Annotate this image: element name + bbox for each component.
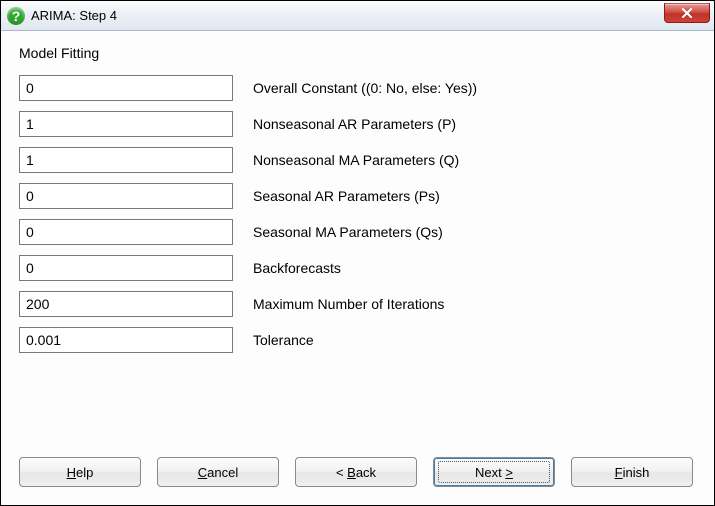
sma-qs-input[interactable] bbox=[19, 219, 233, 245]
row-backforecasts: Backforecasts bbox=[19, 255, 696, 281]
help-mnemonic: H bbox=[67, 465, 76, 480]
finish-rest: inish bbox=[623, 465, 650, 480]
cancel-rest: ancel bbox=[207, 465, 238, 480]
next-mnemonic: > bbox=[505, 465, 513, 480]
next-button[interactable]: Next > bbox=[433, 457, 555, 487]
close-icon bbox=[681, 8, 693, 18]
overall-constant-input[interactable] bbox=[19, 75, 233, 101]
max-iter-label: Maximum Number of Iterations bbox=[253, 296, 444, 312]
help-rest: elp bbox=[76, 465, 93, 480]
cancel-button[interactable]: Cancel bbox=[157, 457, 279, 487]
sar-ps-label: Seasonal AR Parameters (Ps) bbox=[253, 188, 440, 204]
form-rows: Overall Constant ((0: No, else: Yes)) No… bbox=[19, 75, 696, 451]
backforecasts-input[interactable] bbox=[19, 255, 233, 281]
overall-constant-label: Overall Constant ((0: No, else: Yes)) bbox=[253, 80, 477, 96]
next-pre: Next bbox=[475, 465, 505, 480]
back-prefix: < bbox=[336, 465, 347, 480]
finish-button[interactable]: Finish bbox=[571, 457, 693, 487]
row-max-iter: Maximum Number of Iterations bbox=[19, 291, 696, 317]
row-ma-q: Nonseasonal MA Parameters (Q) bbox=[19, 147, 696, 173]
ar-p-label: Nonseasonal AR Parameters (P) bbox=[253, 116, 456, 132]
ar-p-input[interactable] bbox=[19, 111, 233, 137]
back-rest: ack bbox=[356, 465, 376, 480]
sma-qs-label: Seasonal MA Parameters (Qs) bbox=[253, 224, 443, 240]
dialog-window: ? ARIMA: Step 4 Model Fitting Overall Co… bbox=[0, 0, 715, 506]
button-bar: Help Cancel < Back Next > Finish bbox=[19, 451, 696, 487]
max-iter-input[interactable] bbox=[19, 291, 233, 317]
help-icon: ? bbox=[7, 7, 25, 25]
tolerance-label: Tolerance bbox=[253, 332, 314, 348]
back-button[interactable]: < Back bbox=[295, 457, 417, 487]
finish-mnemonic: F bbox=[615, 465, 623, 480]
row-overall-constant: Overall Constant ((0: No, else: Yes)) bbox=[19, 75, 696, 101]
back-mnemonic: B bbox=[347, 465, 356, 480]
ma-q-label: Nonseasonal MA Parameters (Q) bbox=[253, 152, 459, 168]
section-title: Model Fitting bbox=[19, 45, 696, 61]
ma-q-input[interactable] bbox=[19, 147, 233, 173]
row-ar-p: Nonseasonal AR Parameters (P) bbox=[19, 111, 696, 137]
row-sar-ps: Seasonal AR Parameters (Ps) bbox=[19, 183, 696, 209]
window-title: ARIMA: Step 4 bbox=[31, 8, 117, 23]
cancel-mnemonic: C bbox=[198, 465, 207, 480]
title-bar: ? ARIMA: Step 4 bbox=[1, 1, 714, 31]
row-tolerance: Tolerance bbox=[19, 327, 696, 353]
backforecasts-label: Backforecasts bbox=[253, 260, 341, 276]
help-button[interactable]: Help bbox=[19, 457, 141, 487]
close-button[interactable] bbox=[664, 3, 710, 23]
sar-ps-input[interactable] bbox=[19, 183, 233, 209]
client-area: Model Fitting Overall Constant ((0: No, … bbox=[1, 31, 714, 505]
tolerance-input[interactable] bbox=[19, 327, 233, 353]
row-sma-qs: Seasonal MA Parameters (Qs) bbox=[19, 219, 696, 245]
